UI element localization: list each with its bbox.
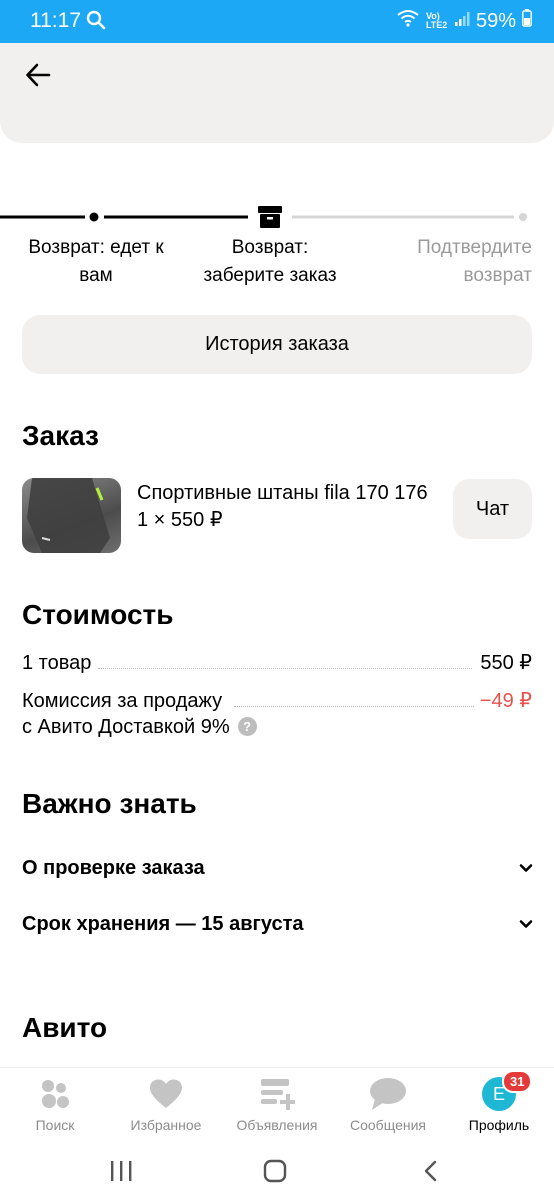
accordion-label: О проверке заказа xyxy=(22,856,205,879)
accordion-storage-period[interactable]: Срок хранения — 15 августа xyxy=(22,904,534,944)
cost-heading: Стоимость xyxy=(22,599,174,630)
nav-messages[interactable]: Сообщения xyxy=(333,1068,443,1148)
cost-item-leader xyxy=(98,668,472,669)
nav-label: Избранное xyxy=(130,1117,202,1133)
cost-item-value: 550 ₽ xyxy=(480,652,532,674)
box-icon xyxy=(256,203,284,236)
important-heading: Важно знать xyxy=(22,788,197,819)
step-confirm: Подтвердите возврат xyxy=(417,237,532,286)
arrow-left-icon xyxy=(26,63,51,87)
search-icon xyxy=(86,10,106,35)
bottom-navigation: Поиск Избранное Объявления Сообщения E 3… xyxy=(0,1067,554,1147)
chat-bubble-icon xyxy=(369,1076,407,1112)
nav-label: Сообщения xyxy=(350,1117,426,1133)
chevron-down-icon xyxy=(519,864,533,872)
status-time: 11:17 xyxy=(30,9,81,32)
add-listing-icon xyxy=(259,1076,295,1112)
status-bar: 11:17 Vo) LTE2 59% xyxy=(0,0,554,43)
network-type: Vo) LTE2 xyxy=(425,11,448,30)
battery-level: 59% xyxy=(475,9,516,32)
commission-value: −49 ₽ xyxy=(479,690,532,712)
nav-search[interactable]: Поиск xyxy=(0,1068,110,1148)
back-nav-icon[interactable] xyxy=(420,1159,442,1188)
order-progress: Возврат: едет к вам Возврат: заберите за… xyxy=(0,200,554,290)
commission-label-line2: с Авито Доставкой 9%? xyxy=(22,714,532,740)
chevron-down-icon xyxy=(519,920,533,928)
step-pickup: Возврат: заберите заказ xyxy=(203,237,337,286)
recent-apps-icon[interactable] xyxy=(108,1159,134,1188)
nav-label: Профиль xyxy=(468,1117,530,1133)
status-indicators: Vo) LTE2 59% xyxy=(396,9,532,33)
nav-profile[interactable]: E 31 Профиль xyxy=(444,1068,554,1148)
help-icon[interactable]: ? xyxy=(237,717,257,737)
header-card xyxy=(0,43,554,143)
signal-icon xyxy=(454,10,470,33)
avito-heading: Авито xyxy=(22,1012,108,1043)
product-image[interactable] xyxy=(22,478,121,553)
accordion-label: Срок хранения — 15 августа xyxy=(22,912,304,935)
profile-avatar-wrap: E 31 xyxy=(482,1070,533,1112)
commission-label-line1: Комиссия за продажу xyxy=(22,690,223,712)
nav-label: Объявления xyxy=(236,1117,318,1133)
product-quantity-price: 1 × 550 ₽ xyxy=(137,509,223,531)
order-heading: Заказ xyxy=(22,420,99,451)
nav-listings[interactable]: Объявления xyxy=(222,1068,332,1148)
back-button[interactable] xyxy=(20,57,56,93)
search-dots-icon xyxy=(37,1076,73,1112)
battery-icon xyxy=(522,9,532,33)
commission-row: Комиссия за продажу с Авито Доставкой 9%… xyxy=(22,688,532,744)
accordion-order-check[interactable]: О проверке заказа xyxy=(22,848,534,888)
cost-item-row: 1 товар 550 ₽ xyxy=(22,650,532,676)
commission-leader xyxy=(234,706,474,707)
nav-label: Поиск xyxy=(35,1117,75,1133)
wifi-icon xyxy=(396,9,420,33)
heart-icon xyxy=(149,1076,183,1112)
chat-button[interactable]: Чат xyxy=(453,479,532,539)
product-title[interactable]: Спортивные штаны fila 170 176 xyxy=(137,480,428,506)
order-history-button[interactable]: История заказа xyxy=(22,315,532,374)
step-returning: Возврат: едет к вам xyxy=(28,237,164,286)
notification-badge: 31 xyxy=(502,1070,533,1093)
cost-item-label: 1 товар xyxy=(22,652,92,674)
system-navigation xyxy=(0,1147,554,1200)
nav-favorites[interactable]: Избранное xyxy=(111,1068,221,1148)
home-icon[interactable] xyxy=(262,1159,288,1188)
